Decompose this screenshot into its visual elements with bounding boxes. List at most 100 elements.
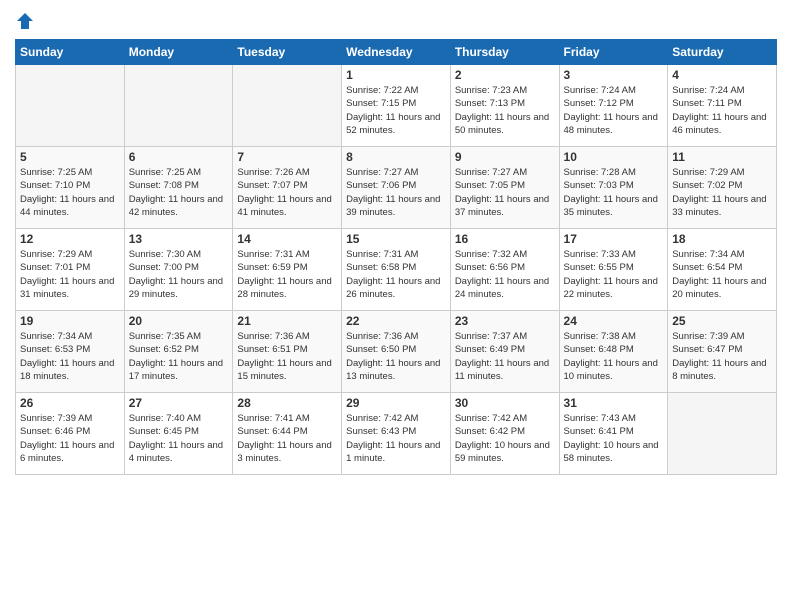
calendar-cell: 10 Sunrise: 7:28 AMSunset: 7:03 PMDaylig… (559, 147, 668, 229)
calendar-cell: 2 Sunrise: 7:23 AMSunset: 7:13 PMDayligh… (450, 65, 559, 147)
day-number: 21 (237, 314, 337, 328)
day-number: 23 (455, 314, 555, 328)
day-info: Sunrise: 7:41 AMSunset: 6:44 PMDaylight:… (237, 413, 331, 464)
day-info: Sunrise: 7:28 AMSunset: 7:03 PMDaylight:… (564, 167, 658, 218)
day-info: Sunrise: 7:26 AMSunset: 7:07 PMDaylight:… (237, 167, 331, 218)
calendar-cell: 17 Sunrise: 7:33 AMSunset: 6:55 PMDaylig… (559, 229, 668, 311)
weekday-header: Tuesday (233, 40, 342, 65)
calendar-cell: 21 Sunrise: 7:36 AMSunset: 6:51 PMDaylig… (233, 311, 342, 393)
day-info: Sunrise: 7:29 AMSunset: 7:02 PMDaylight:… (672, 167, 766, 218)
calendar: SundayMondayTuesdayWednesdayThursdayFrid… (15, 39, 777, 475)
day-number: 12 (20, 232, 120, 246)
calendar-cell: 18 Sunrise: 7:34 AMSunset: 6:54 PMDaylig… (668, 229, 777, 311)
day-number: 3 (564, 68, 664, 82)
calendar-cell: 3 Sunrise: 7:24 AMSunset: 7:12 PMDayligh… (559, 65, 668, 147)
day-info: Sunrise: 7:25 AMSunset: 7:10 PMDaylight:… (20, 167, 114, 218)
day-info: Sunrise: 7:40 AMSunset: 6:45 PMDaylight:… (129, 413, 223, 464)
calendar-cell: 29 Sunrise: 7:42 AMSunset: 6:43 PMDaylig… (342, 393, 451, 475)
calendar-cell: 14 Sunrise: 7:31 AMSunset: 6:59 PMDaylig… (233, 229, 342, 311)
calendar-cell: 8 Sunrise: 7:27 AMSunset: 7:06 PMDayligh… (342, 147, 451, 229)
calendar-cell: 30 Sunrise: 7:42 AMSunset: 6:42 PMDaylig… (450, 393, 559, 475)
calendar-cell: 28 Sunrise: 7:41 AMSunset: 6:44 PMDaylig… (233, 393, 342, 475)
day-number: 4 (672, 68, 772, 82)
calendar-cell: 20 Sunrise: 7:35 AMSunset: 6:52 PMDaylig… (124, 311, 233, 393)
calendar-cell (233, 65, 342, 147)
day-info: Sunrise: 7:42 AMSunset: 6:43 PMDaylight:… (346, 413, 440, 464)
calendar-cell: 11 Sunrise: 7:29 AMSunset: 7:02 PMDaylig… (668, 147, 777, 229)
day-number: 24 (564, 314, 664, 328)
calendar-cell: 15 Sunrise: 7:31 AMSunset: 6:58 PMDaylig… (342, 229, 451, 311)
day-info: Sunrise: 7:23 AMSunset: 7:13 PMDaylight:… (455, 85, 549, 136)
calendar-cell: 25 Sunrise: 7:39 AMSunset: 6:47 PMDaylig… (668, 311, 777, 393)
calendar-cell: 16 Sunrise: 7:32 AMSunset: 6:56 PMDaylig… (450, 229, 559, 311)
calendar-cell: 23 Sunrise: 7:37 AMSunset: 6:49 PMDaylig… (450, 311, 559, 393)
day-number: 11 (672, 150, 772, 164)
day-info: Sunrise: 7:37 AMSunset: 6:49 PMDaylight:… (455, 331, 549, 382)
day-info: Sunrise: 7:38 AMSunset: 6:48 PMDaylight:… (564, 331, 658, 382)
day-info: Sunrise: 7:27 AMSunset: 7:06 PMDaylight:… (346, 167, 440, 218)
day-info: Sunrise: 7:42 AMSunset: 6:42 PMDaylight:… (455, 413, 550, 464)
calendar-cell: 27 Sunrise: 7:40 AMSunset: 6:45 PMDaylig… (124, 393, 233, 475)
calendar-cell: 9 Sunrise: 7:27 AMSunset: 7:05 PMDayligh… (450, 147, 559, 229)
day-number: 27 (129, 396, 229, 410)
day-info: Sunrise: 7:39 AMSunset: 6:46 PMDaylight:… (20, 413, 114, 464)
day-number: 15 (346, 232, 446, 246)
day-number: 19 (20, 314, 120, 328)
day-info: Sunrise: 7:34 AMSunset: 6:53 PMDaylight:… (20, 331, 114, 382)
weekday-header: Monday (124, 40, 233, 65)
day-number: 10 (564, 150, 664, 164)
calendar-cell (668, 393, 777, 475)
day-number: 26 (20, 396, 120, 410)
calendar-cell: 31 Sunrise: 7:43 AMSunset: 6:41 PMDaylig… (559, 393, 668, 475)
day-number: 13 (129, 232, 229, 246)
calendar-cell: 5 Sunrise: 7:25 AMSunset: 7:10 PMDayligh… (16, 147, 125, 229)
day-info: Sunrise: 7:22 AMSunset: 7:15 PMDaylight:… (346, 85, 440, 136)
day-info: Sunrise: 7:36 AMSunset: 6:51 PMDaylight:… (237, 331, 331, 382)
day-number: 2 (455, 68, 555, 82)
day-info: Sunrise: 7:43 AMSunset: 6:41 PMDaylight:… (564, 413, 659, 464)
page: SundayMondayTuesdayWednesdayThursdayFrid… (0, 0, 792, 612)
day-number: 30 (455, 396, 555, 410)
day-number: 17 (564, 232, 664, 246)
day-number: 31 (564, 396, 664, 410)
weekday-header: Friday (559, 40, 668, 65)
calendar-cell: 7 Sunrise: 7:26 AMSunset: 7:07 PMDayligh… (233, 147, 342, 229)
weekday-header: Saturday (668, 40, 777, 65)
calendar-cell: 1 Sunrise: 7:22 AMSunset: 7:15 PMDayligh… (342, 65, 451, 147)
day-info: Sunrise: 7:25 AMSunset: 7:08 PMDaylight:… (129, 167, 223, 218)
day-info: Sunrise: 7:36 AMSunset: 6:50 PMDaylight:… (346, 331, 440, 382)
day-number: 14 (237, 232, 337, 246)
calendar-cell: 24 Sunrise: 7:38 AMSunset: 6:48 PMDaylig… (559, 311, 668, 393)
day-info: Sunrise: 7:34 AMSunset: 6:54 PMDaylight:… (672, 249, 766, 300)
day-number: 28 (237, 396, 337, 410)
calendar-cell: 22 Sunrise: 7:36 AMSunset: 6:50 PMDaylig… (342, 311, 451, 393)
calendar-cell: 6 Sunrise: 7:25 AMSunset: 7:08 PMDayligh… (124, 147, 233, 229)
day-number: 5 (20, 150, 120, 164)
weekday-header: Wednesday (342, 40, 451, 65)
day-number: 8 (346, 150, 446, 164)
day-number: 1 (346, 68, 446, 82)
day-number: 9 (455, 150, 555, 164)
day-info: Sunrise: 7:39 AMSunset: 6:47 PMDaylight:… (672, 331, 766, 382)
day-info: Sunrise: 7:30 AMSunset: 7:00 PMDaylight:… (129, 249, 223, 300)
day-number: 20 (129, 314, 229, 328)
day-number: 6 (129, 150, 229, 164)
calendar-cell (16, 65, 125, 147)
calendar-cell: 12 Sunrise: 7:29 AMSunset: 7:01 PMDaylig… (16, 229, 125, 311)
header (15, 10, 777, 31)
calendar-cell: 19 Sunrise: 7:34 AMSunset: 6:53 PMDaylig… (16, 311, 125, 393)
day-info: Sunrise: 7:33 AMSunset: 6:55 PMDaylight:… (564, 249, 658, 300)
calendar-cell: 26 Sunrise: 7:39 AMSunset: 6:46 PMDaylig… (16, 393, 125, 475)
calendar-cell: 4 Sunrise: 7:24 AMSunset: 7:11 PMDayligh… (668, 65, 777, 147)
day-info: Sunrise: 7:31 AMSunset: 6:58 PMDaylight:… (346, 249, 440, 300)
weekday-header: Thursday (450, 40, 559, 65)
day-number: 7 (237, 150, 337, 164)
calendar-cell (124, 65, 233, 147)
day-info: Sunrise: 7:31 AMSunset: 6:59 PMDaylight:… (237, 249, 331, 300)
day-number: 18 (672, 232, 772, 246)
day-number: 25 (672, 314, 772, 328)
day-number: 29 (346, 396, 446, 410)
weekday-header: Sunday (16, 40, 125, 65)
day-info: Sunrise: 7:24 AMSunset: 7:11 PMDaylight:… (672, 85, 766, 136)
day-info: Sunrise: 7:35 AMSunset: 6:52 PMDaylight:… (129, 331, 223, 382)
